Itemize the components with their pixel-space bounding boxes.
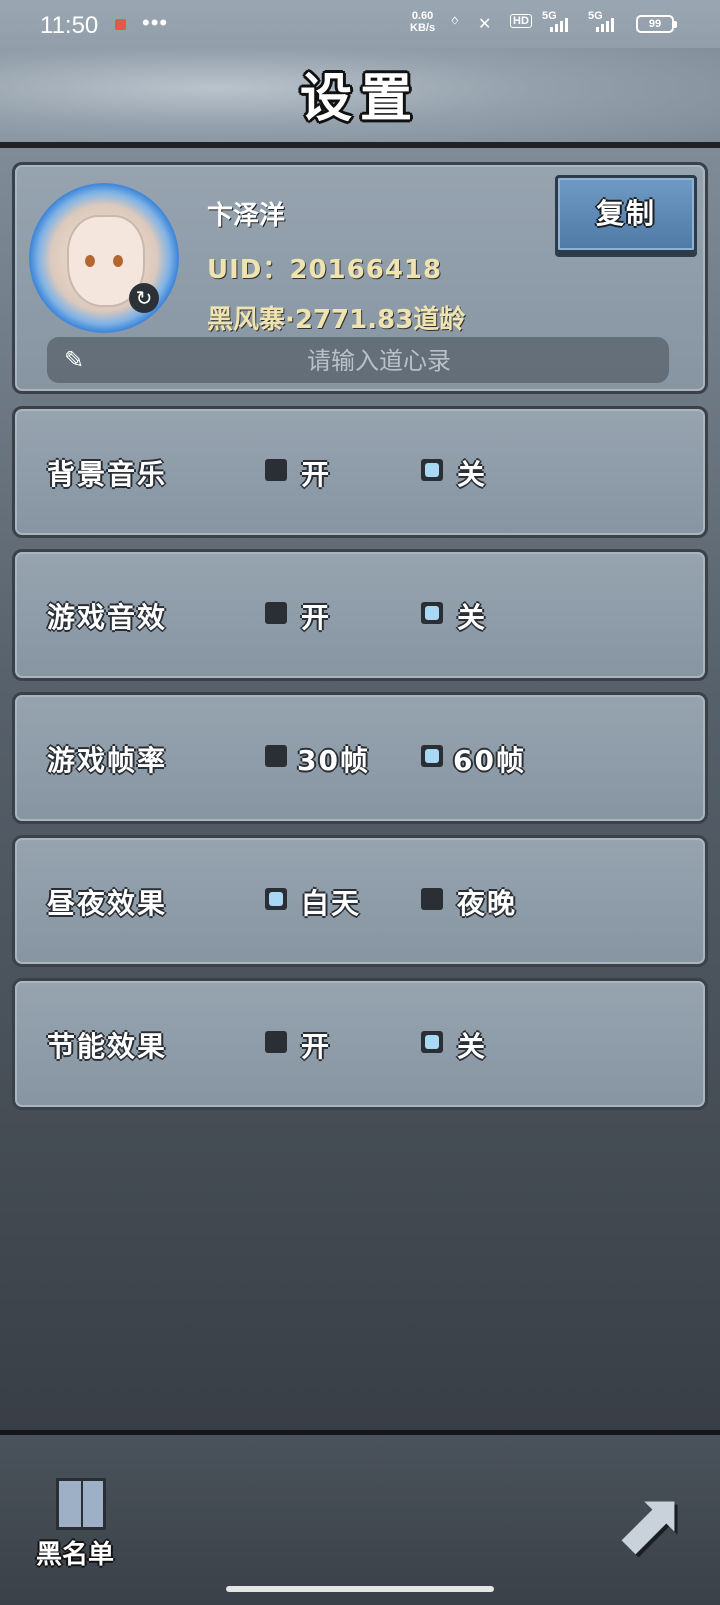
sim2-label: 5G [588,10,603,22]
setting-label-sfx: 游戏音效 [47,601,168,634]
option-label: 30帧 [297,744,370,777]
checkbox-selected[interactable] [265,888,287,910]
option-label: 夜晚 [457,887,518,920]
bluetooth-icon: ᛜ [450,14,460,31]
checkbox[interactable] [421,888,443,910]
blacklist-label: 黑名单 [36,1540,115,1570]
signal-icon-2: 5G [588,10,618,34]
status-time: 11:50 [40,12,99,39]
battery-icon: 99 [636,15,677,33]
option-label: 关 [457,1030,488,1063]
mute-icon: ✕ [478,16,492,33]
setting-label-bgm: 背景音乐 [47,458,168,491]
notification-icon [115,19,126,30]
option-label: 60帧 [453,744,526,777]
option-label: 开 [301,458,332,491]
profile-card: ↻ 卞泽洋 UID：20166418 黑风寨·2771.83道龄 复制 ✎ [12,162,708,394]
door-icon [56,1478,106,1530]
setting-row-framerate: 游戏帧率 30帧 60帧 [12,692,708,824]
option-label: 开 [301,1030,332,1063]
checkbox[interactable] [265,602,287,624]
network-speed-value: 0.60 [411,10,434,22]
option-label: 关 [457,458,488,491]
checkbox[interactable] [265,1031,287,1053]
edit-icon[interactable]: ✎ [59,345,89,375]
setting-label-powersave: 节能效果 [47,1030,168,1063]
user-uid: UID：20166418 [207,255,443,285]
sim1-label: 5G [542,10,557,22]
network-speed: 0.60 KB/s [410,10,435,34]
motto-input[interactable] [97,337,661,385]
option-label: 关 [457,601,488,634]
page-title: 设置 [299,69,420,129]
setting-label-daynight: 昼夜效果 [47,887,168,920]
blacklist-button[interactable]: 黑名单 [36,1478,132,1570]
more-notifications-icon: ••• [142,10,169,35]
checkbox[interactable] [265,459,287,481]
guild-and-age: 黑风寨·2771.83道龄 [207,305,466,335]
setting-row-bgm: 背景音乐 开 关 [12,406,708,538]
setting-row-sfx: 游戏音效 开 关 [12,549,708,681]
checkbox[interactable] [265,745,287,767]
option-label: 白天 [301,887,362,920]
checkbox-selected[interactable] [421,459,443,481]
network-speed-unit: KB/s [410,22,436,34]
swap-avatar-icon[interactable]: ↻ [129,283,159,313]
home-indicator[interactable] [226,1586,494,1592]
username: 卞泽洋 [207,201,286,231]
avatar[interactable]: ↻ [29,183,179,333]
back-arrow-icon[interactable]: ⬈ [610,1478,690,1568]
status-bar: 11:50 ••• 0.60 KB/s ᛜ ✕ HD 5G 5G 99 [0,0,720,48]
motto-field[interactable]: ✎ [47,337,669,385]
setting-row-powersave: 节能效果 开 关 [12,978,708,1110]
signal-icon-1: 5G [542,10,572,34]
checkbox-selected[interactable] [421,1031,443,1053]
setting-row-daynight: 昼夜效果 白天 夜晚 [12,835,708,967]
option-label: 开 [301,601,332,634]
checkbox-selected[interactable] [421,602,443,624]
checkbox-selected[interactable] [421,745,443,767]
setting-label-framerate: 游戏帧率 [47,744,168,777]
copy-button[interactable]: 复制 [555,175,697,253]
hd-icon: HD [510,14,532,28]
